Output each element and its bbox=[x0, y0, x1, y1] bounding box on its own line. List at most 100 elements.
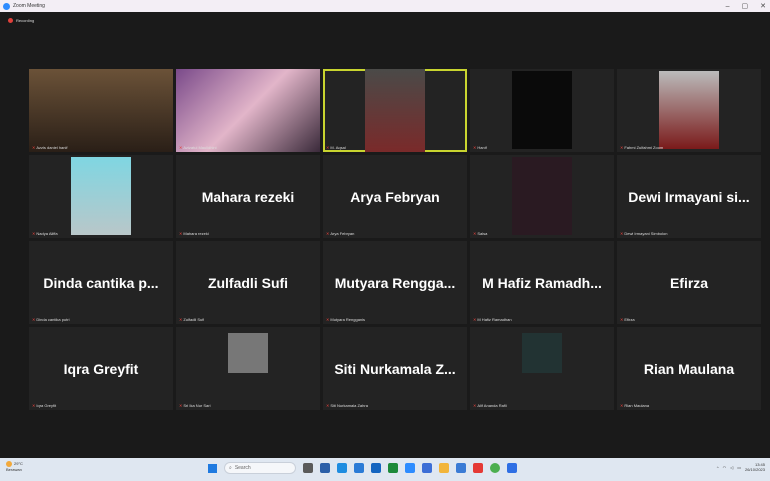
participant-tile[interactable]: Dinda cantika p... ✕ Dinda cantika putri bbox=[29, 241, 173, 324]
participant-label-text: Salsa bbox=[477, 231, 488, 236]
participant-label-text: Mahara rezeki bbox=[183, 231, 209, 236]
store-icon[interactable] bbox=[354, 463, 364, 473]
participant-name-label: ✕ Iqra Greyfit bbox=[32, 403, 56, 408]
word-icon[interactable] bbox=[371, 463, 381, 473]
taskbar-search[interactable]: ⌕ Search bbox=[224, 462, 296, 474]
muted-mic-icon: ✕ bbox=[179, 403, 183, 408]
battery-icon[interactable]: ▭ bbox=[737, 465, 741, 470]
participant-video bbox=[512, 157, 572, 235]
chevron-up-icon[interactable]: ^ bbox=[717, 465, 719, 470]
maximize-button[interactable]: ▢ bbox=[742, 2, 749, 10]
participant-name-label: ✕ Hanif bbox=[473, 145, 487, 150]
participant-tile[interactable]: ✕ Sri Ika Nur Sari bbox=[176, 327, 320, 410]
excel-icon[interactable] bbox=[388, 463, 398, 473]
participant-tile[interactable]: Arya Febryan ✕ Arya Febryan bbox=[323, 155, 467, 238]
folder-icon[interactable] bbox=[439, 463, 449, 473]
muted-mic-icon: ✕ bbox=[32, 403, 36, 408]
participant-tile[interactable]: ✕ Azizatul Maulidhini bbox=[176, 69, 320, 152]
participant-tile[interactable]: Siti Nurkamala Z... ✕ Siti Nurkamala Zahra bbox=[323, 327, 467, 410]
settings-icon[interactable] bbox=[456, 463, 466, 473]
participant-video bbox=[659, 71, 719, 149]
clock-date: 26/10/2023 bbox=[744, 467, 765, 472]
browser-icon[interactable] bbox=[507, 463, 517, 473]
participant-label-text: Azizatul Maulidhini bbox=[183, 145, 217, 150]
windows-start-icon[interactable] bbox=[208, 463, 217, 473]
participant-tile[interactable]: Efirza ✕ Efirza bbox=[617, 241, 761, 324]
window-controls: – ▢ ✕ bbox=[726, 0, 766, 12]
participant-name-label: ✕ Arya Febryan bbox=[326, 231, 354, 236]
muted-mic-icon: ✕ bbox=[473, 231, 477, 236]
weather-desc: Berawan bbox=[6, 467, 22, 472]
participant-tile[interactable]: ✕ Azzis daniel hanif bbox=[29, 69, 173, 152]
participant-display-name: Zulfadli Sufi bbox=[207, 275, 289, 291]
participant-display-name: Rian Maulana bbox=[643, 361, 735, 377]
participant-tile[interactable]: Mahara rezeki ✕ Mahara rezeki bbox=[176, 155, 320, 238]
participant-tile[interactable]: ✕ Fahmi Zulfahmi Zoom bbox=[617, 69, 761, 152]
participant-name-label: ✕ Alif Ananda Rafli bbox=[473, 403, 507, 408]
participant-label-text: Zulfadli Sufi bbox=[183, 317, 205, 322]
participant-display-name: Dinda cantika p... bbox=[43, 275, 159, 291]
weather-widget[interactable]: 29°C Berawan bbox=[6, 461, 23, 472]
zoom-app-icon bbox=[3, 2, 10, 10]
participant-label-text: Fahmi Zulfahmi Zoom bbox=[624, 145, 664, 150]
wifi-icon[interactable]: ◠ bbox=[723, 465, 727, 470]
participant-tile[interactable]: Dewi Irmayani si... ✕ Dewi Irmayani Simbol… bbox=[617, 155, 761, 238]
participant-label-text: Arya Febryan bbox=[330, 231, 355, 236]
close-button[interactable]: ✕ bbox=[760, 2, 766, 10]
participant-label-text: Iqra Greyfit bbox=[36, 403, 57, 408]
participant-name-label: ✕ Dewi Irmayani Simbolon bbox=[620, 231, 668, 236]
participant-label-text: M Hafiz Ramadhan bbox=[477, 317, 512, 322]
muted-mic-icon: ✕ bbox=[326, 145, 330, 150]
chrome-icon[interactable] bbox=[490, 463, 500, 473]
muted-mic-icon: ✕ bbox=[326, 317, 330, 322]
participant-display-name: Mahara rezeki bbox=[201, 189, 295, 205]
weather-temp: 29°C bbox=[14, 461, 23, 467]
muted-mic-icon: ✕ bbox=[620, 317, 624, 322]
participant-label-text: Efirza bbox=[624, 317, 635, 322]
acrobat-icon[interactable] bbox=[473, 463, 483, 473]
participant-label-text: Sri Ika Nur Sari bbox=[183, 403, 211, 408]
participant-name-label: ✕ Rian Maulana bbox=[620, 403, 649, 408]
participant-tile[interactable]: ✕ Salsa bbox=[470, 155, 614, 238]
participant-tile[interactable]: Rian Maulana ✕ Rian Maulana bbox=[617, 327, 761, 410]
participant-name-label: ✕ Salsa bbox=[473, 231, 487, 236]
muted-mic-icon: ✕ bbox=[473, 145, 477, 150]
participant-name-label: ✕ M Hafiz Ramadhan bbox=[473, 317, 512, 322]
participant-tile[interactable]: ✕ Nadya Aliffa bbox=[29, 155, 173, 238]
file-explorer-icon[interactable] bbox=[320, 463, 330, 473]
participant-label-text: Dewi Irmayani Simbolon bbox=[624, 231, 668, 236]
participant-video bbox=[512, 71, 572, 149]
participant-tile[interactable]: ✕ M. Aqsal bbox=[323, 69, 467, 152]
muted-mic-icon: ✕ bbox=[473, 317, 477, 322]
muted-mic-icon: ✕ bbox=[620, 403, 624, 408]
title-bar: Zoom Meeting – ▢ ✕ bbox=[0, 0, 770, 12]
participant-display-name: Arya Febryan bbox=[350, 189, 440, 205]
zoom-icon[interactable] bbox=[405, 463, 415, 473]
participant-tile[interactable]: ✕ Alif Ananda Rafli bbox=[470, 327, 614, 410]
participant-photo bbox=[522, 333, 562, 373]
muted-mic-icon: ✕ bbox=[620, 231, 624, 236]
clock[interactable]: 13:45 26/10/2023 bbox=[745, 462, 765, 472]
participant-name-label: ✕ Nadya Aliffa bbox=[32, 231, 58, 236]
edge-icon[interactable] bbox=[337, 463, 347, 473]
minimize-button[interactable]: – bbox=[726, 3, 730, 10]
teams-icon[interactable] bbox=[422, 463, 432, 473]
recording-indicator[interactable]: Recording bbox=[8, 18, 34, 23]
participant-tile[interactable]: Zulfadli Sufi ✕ Zulfadli Sufi bbox=[176, 241, 320, 324]
muted-mic-icon: ✕ bbox=[326, 403, 330, 408]
participant-tile[interactable]: M Hafiz Ramadh... ✕ M Hafiz Ramadhan bbox=[470, 241, 614, 324]
recording-label: Recording bbox=[16, 18, 35, 23]
participant-name-label: ✕ M. Aqsal bbox=[326, 145, 346, 150]
speaker-icon[interactable]: ◁ bbox=[730, 465, 733, 470]
participant-label-text: Siti Nurkamala Zahra bbox=[330, 403, 368, 408]
muted-mic-icon: ✕ bbox=[326, 231, 330, 236]
search-icon: ⌕ bbox=[229, 465, 232, 471]
participant-name-label: ✕ Azizatul Maulidhini bbox=[179, 145, 217, 150]
participant-name-label: ✕ Mahara rezeki bbox=[179, 231, 209, 236]
participant-video bbox=[71, 157, 131, 235]
participant-tile[interactable]: Mutyara Rengga... ✕ Mutyara Rengganis bbox=[323, 241, 467, 324]
task-view-icon[interactable] bbox=[303, 463, 313, 473]
participant-tile[interactable]: ✕ Hanif bbox=[470, 69, 614, 152]
participant-tile[interactable]: Iqra Greyfit ✕ Iqra Greyfit bbox=[29, 327, 173, 410]
muted-mic-icon: ✕ bbox=[473, 403, 477, 408]
